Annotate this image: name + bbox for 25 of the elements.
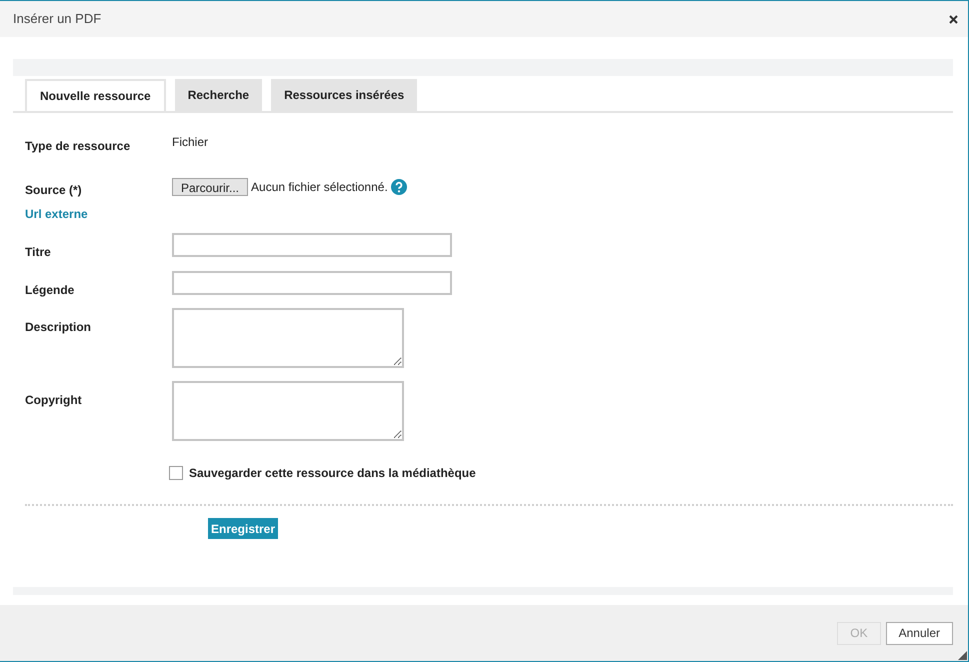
external-url-link[interactable]: Url externe [25,205,172,223]
field-value: Fichier [172,135,208,149]
tab[interactable]: Ressources insérées [271,79,418,111]
field-label: Source (*) [25,182,83,199]
help-icon[interactable] [390,179,407,195]
field-label: Description [25,319,92,336]
file-status: Aucun fichier sélectionné. [251,179,388,196]
field-label: Titre [25,244,52,261]
checkbox-label[interactable]: Sauvegarder cette ressource dans la médiathèque [189,464,476,482]
close-icon[interactable] [949,14,958,24]
checkbox[interactable] [169,466,183,480]
text-field[interactable] [172,271,452,295]
window-title: Insérer un PDF [13,10,102,28]
tab[interactable]: Nouvelle ressource [25,79,166,111]
browse-button[interactable]: Parcourir... [172,178,248,196]
text-area[interactable] [172,381,404,441]
field-label: Légende [25,282,76,299]
field-label: Copyright [25,392,83,409]
cancel-button[interactable]: Annuler [886,622,953,644]
text-field[interactable] [172,233,452,257]
resize-grip-icon[interactable] [958,651,967,660]
text-area[interactable] [172,308,404,368]
save-button[interactable]: Enregistrer [208,518,278,539]
tab[interactable]: Recherche [174,79,262,111]
field-label: Type de ressource [25,138,132,155]
